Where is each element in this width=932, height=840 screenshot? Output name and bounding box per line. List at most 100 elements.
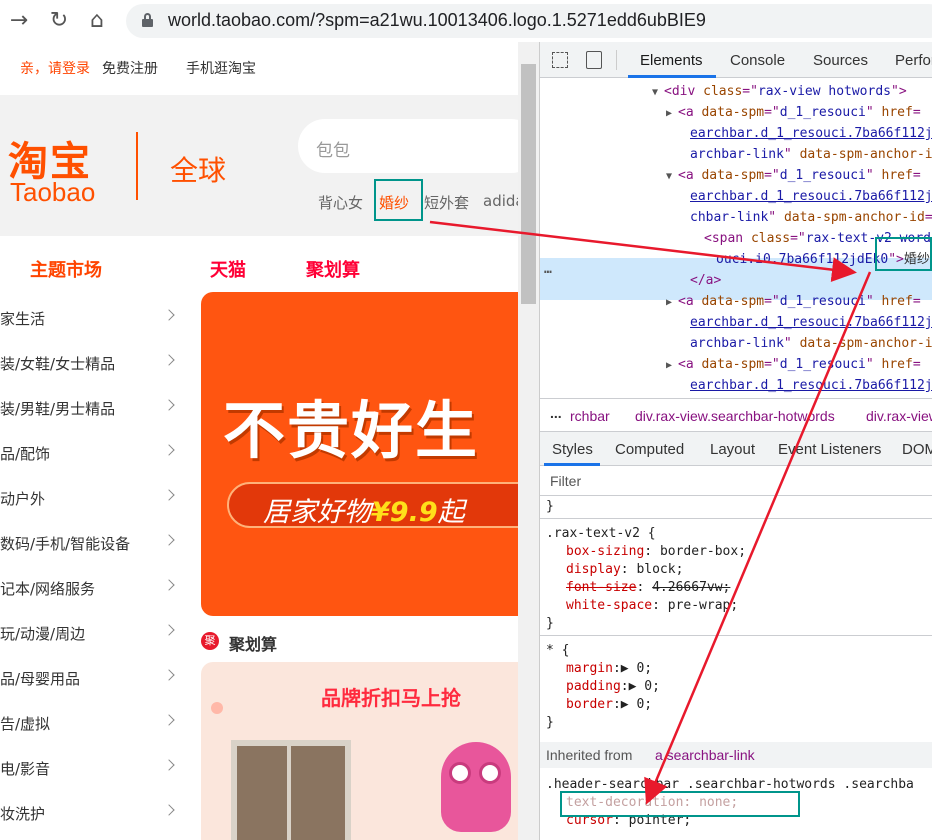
tab-styles[interactable]: Styles (552, 441, 593, 458)
category-item[interactable]: 品/配饰 (0, 432, 185, 477)
tmall-link[interactable]: 天猫 (210, 256, 246, 282)
category-item[interactable]: 动户外 (0, 477, 185, 522)
dom-node-line[interactable]: earchbar.d_1_resouci.7ba66f112j (678, 312, 932, 333)
tab-event-listeners[interactable]: Event Listeners (778, 441, 881, 458)
owl-toy-image (441, 742, 511, 832)
tab-dom-breakpoints[interactable]: DOM (902, 441, 932, 458)
css-value[interactable]: 0; (636, 661, 652, 676)
banner-price: ¥9.9 (371, 497, 438, 528)
css-value[interactable]: border-box; (660, 544, 746, 559)
brand-discount-card[interactable]: 品牌折扣马上抢 (201, 662, 518, 840)
dom-node-line[interactable]: ▶ <a data-spm="d_1_resouci" href= (666, 291, 932, 312)
expand-right-icon[interactable]: ▶ (666, 355, 678, 376)
tab-layout[interactable]: Layout (710, 441, 755, 458)
expand-right-icon[interactable]: ▶ (666, 103, 678, 124)
css-separator: :▶ (612, 661, 637, 676)
category-label: 装/女鞋/女士精品 (0, 355, 116, 373)
chevron-right-icon (163, 534, 175, 546)
dom-node-line[interactable]: ▶ <a data-spm="d_1_resouci" href= (666, 354, 932, 375)
home-icon[interactable]: ⌂ (84, 7, 110, 33)
login-link[interactable]: 亲，请登录 (20, 58, 90, 78)
dom-token: href (881, 168, 913, 183)
dom-node-line[interactable]: earchbar.d_1_resouci.7ba66f112j (678, 186, 932, 207)
tab-elements[interactable]: Elements (640, 52, 703, 69)
category-item[interactable]: 妆洗护 (0, 792, 185, 837)
dom-node-line[interactable]: archbar-link" data-spm-anchor-i (678, 333, 932, 354)
expand-down-icon[interactable]: ▼ (666, 166, 678, 187)
css-value[interactable]: 0; (644, 679, 660, 694)
dom-node-line[interactable]: </a> (678, 270, 932, 291)
category-item[interactable]: 家生活 (0, 297, 185, 342)
promo-banner[interactable]: 不贵好生 居家好物¥9.9起 (201, 292, 518, 616)
css-property[interactable]: box-sizing (566, 544, 644, 559)
page-scrollbar[interactable] (518, 42, 539, 840)
css-declaration[interactable]: white-space: pre-wrap; (566, 597, 738, 615)
css-property[interactable]: font-size (566, 580, 636, 595)
breadcrumb-overflow[interactable]: ... (550, 405, 562, 421)
category-item[interactable]: 装/女鞋/女士精品 (0, 342, 185, 387)
hotword-item[interactable]: adida (483, 192, 518, 210)
device-toolbar-icon[interactable] (586, 51, 602, 69)
css-property[interactable]: margin (566, 661, 613, 676)
css-value[interactable]: block; (636, 562, 683, 577)
category-item[interactable]: 品/母婴用品 (0, 657, 185, 702)
breadcrumb-item[interactable]: div.rax-view (866, 408, 932, 424)
css-property[interactable]: display (566, 562, 621, 577)
css-declaration[interactable]: margin:▶ 0; (566, 660, 652, 678)
css-property[interactable]: padding (566, 679, 621, 694)
styles-filter-input[interactable]: Filter (540, 466, 932, 496)
register-link[interactable]: 免费注册 (102, 58, 158, 78)
inherited-from-link[interactable]: a.searchbar-link (655, 747, 755, 763)
tab-performance[interactable]: Perfor (895, 52, 932, 69)
scroll-thumb[interactable] (521, 64, 536, 304)
dom-node-line[interactable]: ▶ <a data-spm="d_1_resouci" href= (666, 102, 932, 123)
hotword-item[interactable]: 背心女 (318, 192, 363, 213)
category-item[interactable]: 记本/网络服务 (0, 567, 185, 612)
rule-selector[interactable]: * { (546, 642, 569, 660)
dom-node-line[interactable]: earchbar.d_1_resouci.7ba66f112j (678, 123, 932, 144)
tab-computed[interactable]: Computed (615, 441, 684, 458)
css-declaration[interactable]: display: block; (566, 561, 683, 579)
dom-token: <a (678, 105, 702, 120)
css-declaration[interactable]: padding:▶ 0; (566, 678, 660, 696)
css-declaration[interactable]: font-size: 4.26667vw; (566, 579, 730, 597)
search-input[interactable]: 包包 (298, 119, 518, 173)
reload-icon[interactable]: ↻ (46, 7, 72, 33)
ju-title[interactable]: 聚划算 (229, 631, 277, 655)
dom-node-line[interactable]: chbar-link" data-spm-anchor-id= (678, 207, 932, 228)
inspect-element-icon[interactable] (552, 52, 568, 68)
tab-console[interactable]: Console (730, 52, 785, 69)
expand-down-icon[interactable]: ▼ (652, 82, 664, 103)
expand-right-icon[interactable]: ▶ (666, 292, 678, 313)
dom-node-line[interactable]: ▼ <a data-spm="d_1_resouci" href= (666, 165, 932, 186)
breadcrumb-item[interactable]: div.rax-view.searchbar-hotwords (635, 408, 835, 424)
category-item[interactable]: 电/影音 (0, 747, 185, 792)
css-value[interactable]: 4.26667vw; (652, 580, 730, 595)
address-bar[interactable]: world.taobao.com/?spm=a21wu.10013406.log… (126, 4, 932, 38)
css-property[interactable]: border (566, 697, 613, 712)
hotword-item[interactable]: 短外套 (424, 192, 469, 213)
logo-en[interactable]: Taobao (10, 177, 95, 208)
tab-sources[interactable]: Sources (813, 52, 868, 69)
dom-token: =" (764, 105, 780, 120)
dom-node-line[interactable]: archbar-link" data-spm-anchor-i (678, 144, 932, 165)
dom-node-line[interactable]: ▼ <div class="rax-view hotwords"> (652, 81, 932, 102)
css-declaration[interactable]: box-sizing: border-box; (566, 543, 746, 561)
node-options-icon[interactable]: … (544, 262, 552, 277)
url-text[interactable]: world.taobao.com/?spm=a21wu.10013406.log… (168, 10, 706, 31)
category-item[interactable]: 玩/动漫/周边 (0, 612, 185, 657)
css-property[interactable]: white-space (566, 598, 652, 613)
category-item[interactable]: 装/男鞋/男士精品 (0, 387, 185, 432)
theme-market-title[interactable]: 主题市场 (30, 256, 102, 282)
juhuasuan-link[interactable]: 聚划算 (306, 256, 360, 282)
css-value[interactable]: pre-wrap; (668, 598, 738, 613)
category-item[interactable]: 数码/手机/智能设备 (0, 522, 185, 567)
category-item[interactable]: 告/虚拟 (0, 702, 185, 747)
breadcrumb-item[interactable]: rchbar (570, 408, 610, 424)
rule-selector[interactable]: .rax-text-v2 { (546, 525, 656, 543)
css-value[interactable]: 0; (636, 697, 652, 712)
dom-node-line[interactable]: earchbar.d_1_resouci.7ba66f112j (678, 375, 932, 396)
mobile-link[interactable]: 手机逛淘宝 (186, 58, 256, 78)
css-declaration[interactable]: border:▶ 0; (566, 696, 652, 714)
forward-icon[interactable]: → (6, 7, 32, 33)
